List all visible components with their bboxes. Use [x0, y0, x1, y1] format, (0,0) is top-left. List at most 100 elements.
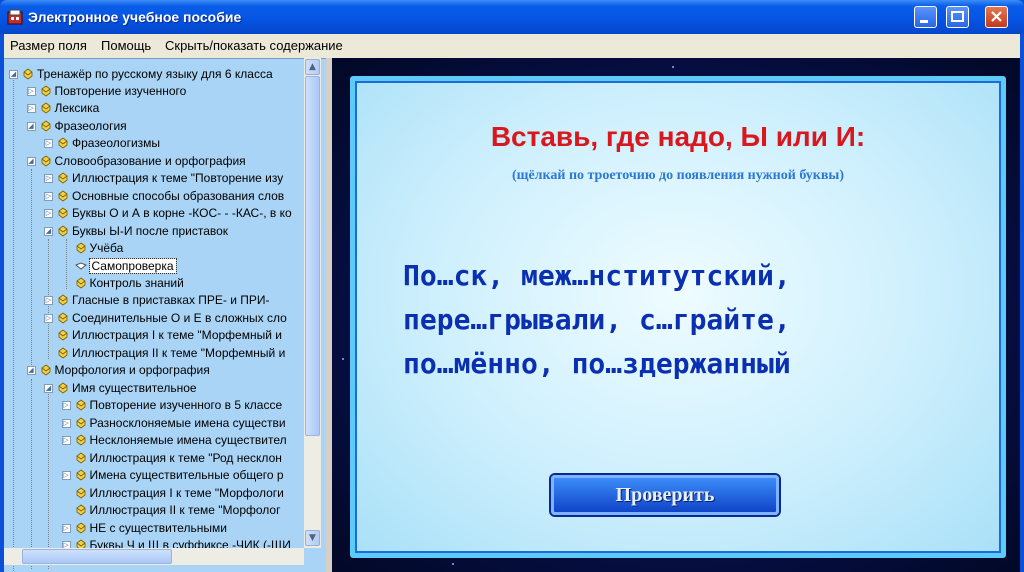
scroll-up-button[interactable]: ▲: [305, 59, 320, 75]
tree-item[interactable]: ▷ НЕ с существительными: [4, 520, 304, 537]
expand-icon[interactable]: ▷: [26, 104, 36, 113]
book-icon: [58, 329, 68, 341]
tree-item[interactable]: Самопроверка: [4, 258, 304, 275]
menu-help[interactable]: Помощь: [101, 38, 151, 53]
star: [672, 66, 674, 68]
book-icon: [76, 277, 85, 289]
check-button[interactable]: Проверить: [551, 475, 779, 515]
tree-item[interactable]: ▷ Иллюстрация к теме "Повторение изу: [4, 170, 304, 187]
book-icon: [76, 522, 85, 534]
tree-item[interactable]: ▷ Повторение изученного в 5 классе: [4, 397, 304, 414]
expand-icon[interactable]: ▷: [44, 192, 53, 201]
tree-item-label: Имена существительные общего р: [89, 468, 284, 482]
title-bar: Электронное учебное пособие: [0, 0, 1024, 34]
tree-item-label: Гласные в приставках ПРЕ- и ПРИ-: [72, 293, 270, 307]
tree-item[interactable]: Контроль знаний: [4, 275, 304, 292]
tree-item[interactable]: ◢ Тренажёр по русскому языку для 6 класса: [4, 66, 304, 83]
tree-horizontal-scrollbar[interactable]: [4, 548, 304, 565]
tree-item[interactable]: ▷ Разносклоняемые имена существи: [4, 415, 304, 432]
task-line-2[interactable]: пере…грывали, с…грайте,: [403, 303, 791, 336]
book-icon: [76, 487, 85, 499]
tree-item[interactable]: ▷ Несклоняемые имена существител: [4, 432, 304, 449]
tree-vertical-scrollbar[interactable]: ▲ ▼: [304, 58, 321, 548]
tree-item[interactable]: ▷ Фразеологизмы: [4, 135, 304, 152]
collapse-icon[interactable]: ◢: [26, 122, 36, 131]
tree-item-label: Иллюстрация к теме "Повторение изу: [72, 171, 284, 185]
star: [452, 563, 454, 565]
task-line-1[interactable]: По…ск, меж…нститутский,: [403, 259, 791, 292]
book-icon: [58, 225, 68, 237]
tree-item-label: Морфология и орфография: [54, 363, 210, 377]
collapse-icon[interactable]: ◢: [9, 70, 18, 79]
tree-item-label: Иллюстрация II к теме "Морфемный и: [72, 346, 286, 360]
tree-item-label: Соединительные О и Е в сложных сло: [72, 311, 287, 325]
collapse-icon[interactable]: ◢: [26, 366, 36, 375]
book-icon: [41, 102, 50, 114]
expand-icon[interactable]: ▷: [44, 209, 53, 218]
menu-toggle-contents[interactable]: Скрыть/показать содержание: [165, 38, 343, 53]
tree-item[interactable]: ▷ Буквы О и А в корне -КОС- - -КАС-, в ко: [4, 205, 304, 222]
expand-icon[interactable]: ▷: [61, 524, 71, 533]
window-frame-right: [1020, 34, 1024, 572]
tree-item[interactable]: ▷ Основные способы образования слов: [4, 188, 304, 205]
tree-item[interactable]: ◢ Морфология и орфография: [4, 362, 304, 379]
menu-bar: Размер поля Помощь Скрыть/показать содер…: [4, 34, 1020, 58]
book-icon: [76, 504, 85, 516]
book-icon: [76, 417, 85, 429]
tree-item-label: Словообразование и орфография: [54, 154, 246, 168]
expand-icon[interactable]: ▷: [26, 87, 36, 96]
tree-item-label: Основные способы образования слов: [72, 189, 285, 203]
tree-item[interactable]: Иллюстрация I к теме "Морфологи: [4, 485, 304, 502]
tree-item-label: Иллюстрация II к теме "Морфолог: [89, 503, 281, 517]
expand-icon[interactable]: ▷: [61, 471, 71, 480]
collapse-icon[interactable]: ◢: [26, 157, 36, 166]
tree-item[interactable]: Иллюстрация II к теме "Морфолог: [4, 502, 304, 519]
minimize-button[interactable]: [914, 6, 937, 28]
tree-item[interactable]: ▷ Гласные в приставках ПРЕ- и ПРИ-: [4, 292, 304, 309]
expand-icon[interactable]: ▷: [44, 174, 53, 183]
book-icon: [58, 172, 68, 184]
book-icon: [58, 312, 68, 324]
scroll-down-button[interactable]: ▼: [305, 530, 320, 546]
book-icon: [58, 137, 68, 149]
tree-item[interactable]: ▷ Соединительные О и Е в сложных сло: [4, 310, 304, 327]
book-icon: [76, 469, 85, 481]
tree-item[interactable]: Учёба: [4, 240, 304, 257]
expand-icon[interactable]: ▷: [61, 401, 71, 410]
tree-item[interactable]: ◢ Словообразование и орфография: [4, 153, 304, 170]
tree-item-label: НЕ с существительными: [89, 521, 227, 535]
tree-item[interactable]: ◢ Фразеология: [4, 118, 304, 135]
tree-item[interactable]: ▷ Имена существительные общего р: [4, 467, 304, 484]
close-icon: [991, 11, 1002, 22]
tree-item[interactable]: ▷ Повторение изученного: [4, 83, 304, 100]
expand-icon[interactable]: ▷: [44, 139, 53, 148]
tree-item[interactable]: Иллюстрация к теме "Род несклон: [4, 450, 304, 467]
collapse-icon[interactable]: ◢: [44, 384, 53, 393]
tree-item[interactable]: ◢ Имя существительное: [4, 380, 304, 397]
expand-icon[interactable]: ▷: [61, 436, 71, 445]
task-line-3[interactable]: по…мённо, по…здержанный: [403, 347, 791, 380]
expand-icon[interactable]: ▷: [61, 419, 71, 428]
tree-item-label: Несклоняемые имена существител: [89, 433, 287, 447]
expand-icon[interactable]: ▷: [44, 314, 53, 323]
exercise-instruction: (щёлкай по троеточию до появления нужной…: [511, 168, 845, 183]
star: [342, 358, 344, 360]
close-button[interactable]: [985, 6, 1008, 28]
tree-item[interactable]: ◢ Буквы Ы-И после приставок: [4, 223, 304, 240]
book-icon: [76, 452, 85, 464]
tree-item[interactable]: Иллюстрация II к теме "Морфемный и: [4, 345, 304, 362]
minimize-icon: [920, 20, 928, 23]
hscroll-thumb[interactable]: [22, 549, 172, 564]
collapse-icon[interactable]: ◢: [44, 227, 53, 236]
tree-item[interactable]: Иллюстрация I к теме "Морфемный и: [4, 327, 304, 344]
expand-icon[interactable]: ▷: [44, 296, 53, 305]
tree-item-label: Иллюстрация I к теме "Морфемный и: [72, 328, 282, 342]
tree-item[interactable]: ▷ Лексика: [4, 100, 304, 117]
tree-item-label: Буквы О и А в корне -КОС- - -КАС-, в ко: [72, 206, 292, 220]
maximize-button[interactable]: [946, 6, 969, 28]
scroll-thumb[interactable]: [305, 76, 320, 436]
menu-field-size[interactable]: Размер поля: [10, 38, 87, 53]
tree-item-label: Иллюстрация к теме "Род несклон: [89, 451, 282, 465]
book-icon: [58, 207, 68, 219]
tree-item-label: Самопроверка: [88, 258, 177, 274]
